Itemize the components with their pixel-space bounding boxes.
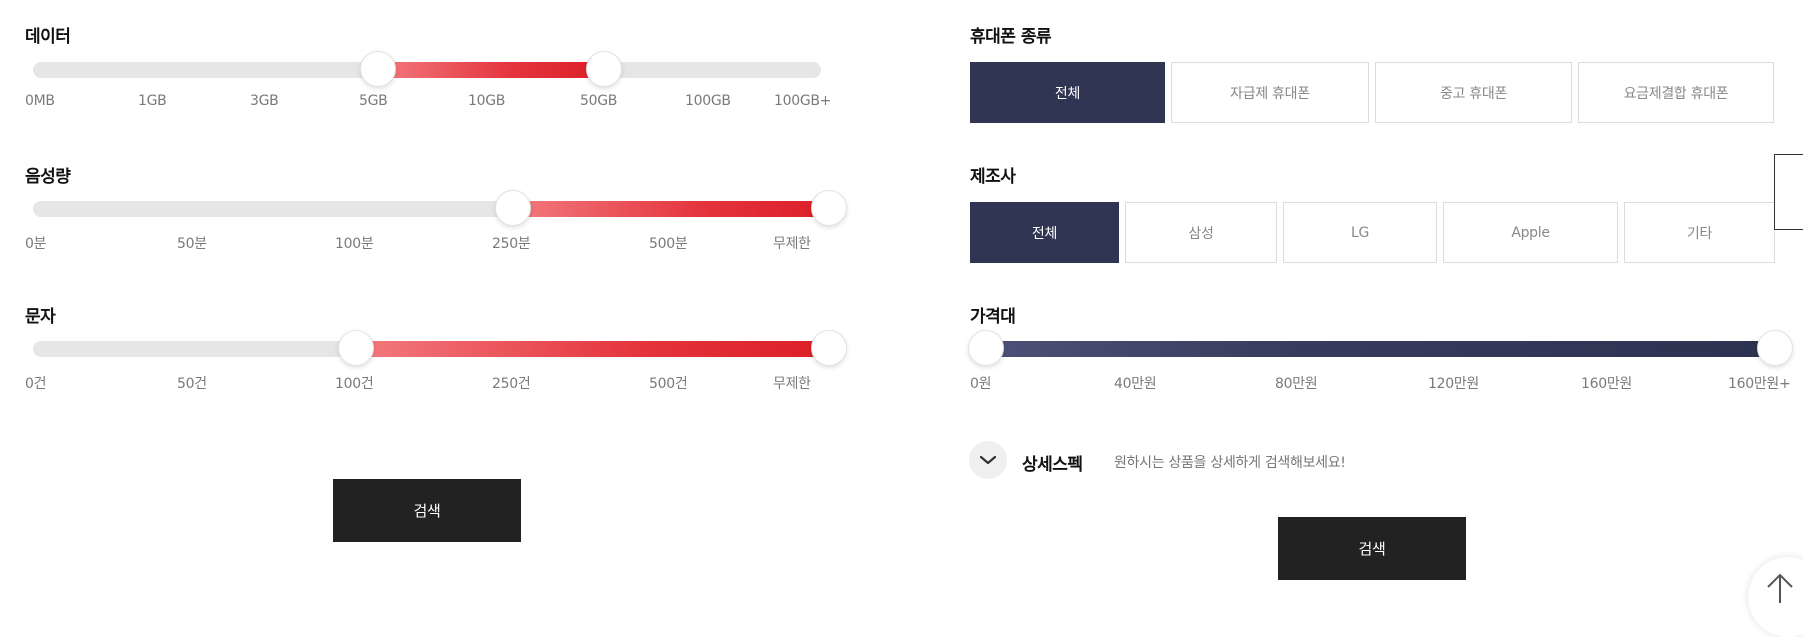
voice-tick: 100분 bbox=[335, 236, 374, 252]
left-search-button[interactable]: 검색 bbox=[333, 479, 521, 542]
maker-option-apple[interactable]: Apple bbox=[1443, 202, 1618, 263]
right-search-button[interactable]: 검색 bbox=[1278, 517, 1466, 580]
phone-type-option-all[interactable]: 전체 bbox=[970, 62, 1165, 123]
phone-type-option-plan-bundle[interactable]: 요금제결합 휴대폰 bbox=[1578, 62, 1774, 123]
price-tick: 0원 bbox=[970, 376, 992, 392]
price-tick: 160만원+ bbox=[1728, 376, 1791, 392]
sms-tick: 500건 bbox=[649, 376, 688, 392]
sms-slider-max-handle[interactable] bbox=[811, 330, 847, 366]
voice-title: 음성량 bbox=[25, 167, 71, 187]
price-slider-max-handle[interactable] bbox=[1757, 330, 1793, 366]
price-slider-min-handle[interactable] bbox=[968, 330, 1004, 366]
voice-tick: 250분 bbox=[492, 236, 531, 252]
price-title: 가격대 bbox=[970, 307, 1016, 327]
maker-option-samsung[interactable]: 삼성 bbox=[1125, 202, 1277, 263]
voice-tick: 무제한 bbox=[773, 236, 811, 252]
scroll-top-button[interactable] bbox=[1748, 557, 1803, 637]
price-tick: 40만원 bbox=[1114, 376, 1157, 392]
maker-option-all[interactable]: 전체 bbox=[970, 202, 1119, 263]
data-tick: 100GB+ bbox=[774, 93, 832, 109]
data-tick: 0MB bbox=[25, 93, 55, 109]
voice-slider-max-handle[interactable] bbox=[811, 190, 847, 226]
data-tick: 50GB bbox=[580, 93, 618, 109]
price-tick: 160만원 bbox=[1581, 376, 1632, 392]
phone-type-title: 휴대폰 종류 bbox=[970, 27, 1052, 47]
phone-type-option-used[interactable]: 중고 휴대폰 bbox=[1375, 62, 1572, 123]
data-slider-range bbox=[378, 62, 604, 78]
detail-spec-toggle[interactable] bbox=[969, 441, 1007, 479]
sms-tick: 100건 bbox=[335, 376, 374, 392]
sms-tick: 0건 bbox=[25, 376, 47, 392]
sms-slider-min-handle[interactable] bbox=[338, 330, 374, 366]
detail-spec-label[interactable]: 상세스펙 bbox=[1022, 450, 1083, 475]
sms-tick: 무제한 bbox=[773, 376, 811, 392]
voice-slider-range bbox=[513, 201, 829, 217]
data-title: 데이터 bbox=[25, 27, 71, 47]
price-slider-range bbox=[986, 341, 1775, 357]
phone-type-option-unlocked[interactable]: 자급제 휴대폰 bbox=[1171, 62, 1369, 123]
detail-spec-description: 원하시는 상품을 상세하게 검색해보세요! bbox=[1114, 455, 1346, 471]
data-slider-max-handle[interactable] bbox=[586, 51, 622, 87]
maker-title: 제조사 bbox=[970, 167, 1016, 187]
data-tick: 5GB bbox=[359, 93, 388, 109]
data-tick: 1GB bbox=[138, 93, 167, 109]
sms-title: 문자 bbox=[25, 307, 56, 327]
data-slider-min-handle[interactable] bbox=[360, 51, 396, 87]
chevron-down-icon bbox=[979, 455, 997, 465]
maker-option-lg[interactable]: LG bbox=[1283, 202, 1437, 263]
arrow-up-icon bbox=[1767, 573, 1793, 603]
sms-tick: 250건 bbox=[492, 376, 531, 392]
voice-tick: 500분 bbox=[649, 236, 688, 252]
data-tick: 10GB bbox=[468, 93, 506, 109]
side-panel-tab[interactable] bbox=[1774, 154, 1803, 230]
data-tick: 3GB bbox=[250, 93, 279, 109]
voice-tick: 0분 bbox=[25, 236, 47, 252]
price-tick: 120만원 bbox=[1428, 376, 1479, 392]
sms-tick: 50건 bbox=[177, 376, 207, 392]
voice-tick: 50분 bbox=[177, 236, 207, 252]
data-tick: 100GB bbox=[685, 93, 731, 109]
maker-option-other[interactable]: 기타 bbox=[1624, 202, 1775, 263]
voice-slider-min-handle[interactable] bbox=[495, 190, 531, 226]
price-tick: 80만원 bbox=[1275, 376, 1318, 392]
sms-slider-range bbox=[356, 341, 829, 357]
